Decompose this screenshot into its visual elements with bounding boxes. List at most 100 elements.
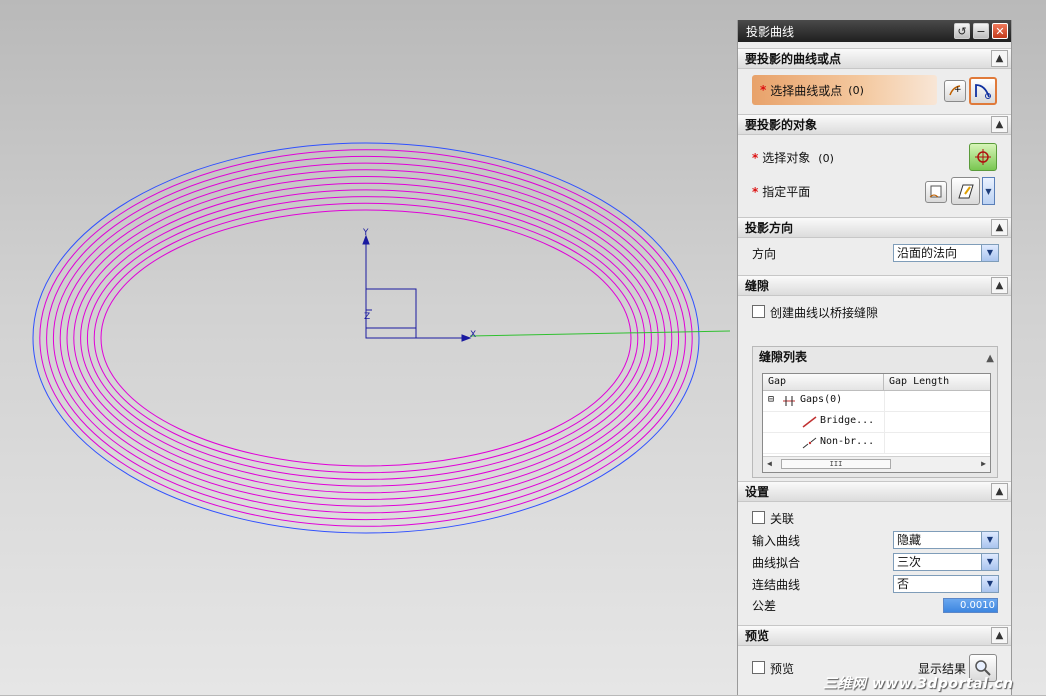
section-preview-header[interactable]: 预览 ▲: [738, 625, 1011, 646]
chevron-down-icon[interactable]: ▼: [981, 554, 998, 570]
direction-select[interactable]: 沿面的法向 ▼: [893, 244, 999, 262]
associate-checkbox[interactable]: [752, 511, 765, 524]
join-curves-value: 否: [897, 577, 910, 591]
gap-list-header[interactable]: 缝隙列表 ▲: [753, 347, 997, 367]
preview-checkbox[interactable]: [752, 661, 765, 674]
scroll-left-icon[interactable]: ◀: [767, 459, 772, 468]
table-row[interactable]: ⊟ Gaps(0): [763, 391, 990, 412]
section-gaps-header[interactable]: 缝隙 ▲: [738, 275, 1011, 296]
bridge-gaps-checkbox[interactable]: [752, 305, 765, 318]
select-object-count: (0): [818, 151, 834, 165]
curve-fit-label: 曲线拟合: [752, 556, 801, 570]
crosshair-icon: [975, 149, 991, 165]
chevron-down-icon[interactable]: ▼: [981, 245, 998, 261]
section-preview-title: 预览: [745, 629, 770, 643]
section-objects-body: * 选择对象 (0) * 指定平面 ▼: [738, 135, 1011, 217]
curve-rule-icon: +: [949, 85, 962, 96]
plane-dialog-icon: [929, 185, 942, 198]
x-axis-label: X: [470, 330, 476, 340]
collapse-icon[interactable]: ▲: [991, 219, 1008, 236]
section-settings-title: 设置: [745, 485, 770, 499]
scroll-right-icon[interactable]: ▶: [981, 459, 986, 468]
dialog-title: 投影曲线: [746, 24, 795, 39]
direction-value: 沿面的法向: [897, 246, 958, 260]
gap-table: Gap Gap Length ⊟ Gaps(0) Bridge... Non-b…: [762, 373, 991, 473]
required-marker: *: [760, 83, 767, 97]
section-settings-header[interactable]: 设置 ▲: [738, 481, 1011, 502]
associate-label: 关联: [770, 512, 795, 526]
svg-text:+: +: [954, 85, 962, 95]
collapse-icon[interactable]: ▲: [991, 627, 1008, 644]
tolerance-label: 公差: [752, 599, 777, 613]
gap-table-header: Gap Gap Length: [763, 374, 990, 391]
close-button[interactable]: ✕: [992, 23, 1008, 39]
collapse-icon[interactable]: ▲: [991, 50, 1008, 67]
plane-type-dropdown[interactable]: ▼: [982, 177, 995, 205]
required-marker: *: [752, 150, 759, 165]
x-axis-line: [469, 330, 731, 337]
input-curve-label: 输入曲线: [752, 534, 801, 548]
section-settings-body: 关联 输入曲线 隐藏 ▼ 曲线拟合 三次 ▼ 连结曲线 否 ▼ 公差 0.001…: [738, 502, 1011, 625]
tree-expander-icon[interactable]: ⊟: [768, 394, 774, 405]
y-axis-label: Y: [362, 228, 369, 238]
gap-icon: [783, 396, 795, 406]
section-direction-title: 投影方向: [745, 221, 794, 235]
section-objects-title: 要投影的对象: [745, 118, 818, 132]
non-bridge-node-label: Non-br...: [820, 436, 875, 447]
horizontal-scrollbar[interactable]: ◀ III ▶: [763, 456, 990, 472]
table-row[interactable]: Bridge...: [763, 412, 990, 433]
section-direction-header[interactable]: 投影方向 ▲: [738, 217, 1011, 238]
curve-rule-button[interactable]: +: [944, 80, 966, 102]
bridge-node-label: Bridge...: [820, 415, 875, 426]
inferred-plane-button[interactable]: [951, 177, 980, 205]
direction-label: 方向: [752, 247, 777, 261]
section-curves-body: * 选择曲线或点 (0) +: [738, 69, 1011, 114]
section-direction-body: 方向 沿面的法向 ▼: [738, 238, 1011, 275]
join-curves-select[interactable]: 否 ▼: [893, 575, 999, 593]
gap-list-title: 缝隙列表: [759, 350, 808, 364]
section-gaps-title: 缝隙: [745, 279, 770, 293]
specify-plane-label: 指定平面: [762, 184, 811, 199]
curve-fit-select[interactable]: 三次 ▼: [893, 553, 999, 571]
table-row[interactable]: Non-br...: [763, 433, 990, 454]
chevron-down-icon: ▼: [985, 186, 992, 196]
dialog-titlebar[interactable]: 投影曲线 ↺ − ✕: [738, 20, 1011, 42]
wcs-triad: [362, 234, 472, 342]
gap-list-panel: 缝隙列表 ▲ Gap Gap Length ⊟ Gaps(0) Bridge..…: [752, 346, 998, 478]
chevron-down-icon[interactable]: ▼: [981, 576, 998, 592]
bridge-gaps-label: 创建曲线以桥接缝隙: [770, 306, 879, 320]
z-axis-label: Z: [364, 312, 370, 322]
select-curve-label: 选择曲线或点: [770, 83, 843, 98]
select-curve-count: (0): [848, 83, 864, 97]
reset-button[interactable]: ↺: [954, 23, 970, 39]
column-gap-length[interactable]: Gap Length: [884, 374, 949, 390]
section-curves-header[interactable]: 要投影的曲线或点 ▲: [738, 48, 1011, 69]
curve-fit-value: 三次: [897, 555, 922, 569]
select-object-label: 选择对象: [762, 150, 811, 165]
select-curve-row[interactable]: * 选择曲线或点 (0): [752, 75, 937, 105]
chevron-down-icon[interactable]: ▼: [981, 532, 998, 548]
tolerance-input[interactable]: 0.0010: [943, 598, 998, 613]
collapse-icon[interactable]: ▲: [991, 116, 1008, 133]
watermark: 三维网 www.3dportal.cn: [823, 676, 1014, 692]
column-gap[interactable]: Gap: [763, 374, 884, 390]
collapse-icon[interactable]: ▲: [986, 349, 994, 369]
preview-label: 预览: [770, 662, 795, 676]
plane-dialog-button[interactable]: [925, 181, 947, 203]
select-curve-button[interactable]: [969, 77, 997, 105]
section-objects-header[interactable]: 要投影的对象 ▲: [738, 114, 1011, 135]
collapse-icon[interactable]: ▲: [991, 277, 1008, 294]
select-object-button[interactable]: [969, 143, 997, 171]
input-curve-select[interactable]: 隐藏 ▼: [893, 531, 999, 549]
gaps-node-label: Gaps(0): [800, 394, 843, 405]
required-marker: *: [752, 184, 759, 199]
collapse-icon[interactable]: ▲: [991, 483, 1008, 500]
section-gaps-body: 创建曲线以桥接缝隙 缝隙列表 ▲ Gap Gap Length ⊟ Gaps(0…: [738, 296, 1011, 481]
join-curves-label: 连结曲线: [752, 578, 801, 592]
section-curves-title: 要投影的曲线或点: [745, 52, 842, 66]
scroll-thumb[interactable]: III: [781, 459, 891, 469]
non-bridge-icon: [802, 437, 817, 449]
bridge-icon: [802, 416, 817, 428]
minimize-button[interactable]: −: [973, 23, 989, 39]
curve-select-icon: [975, 84, 991, 99]
